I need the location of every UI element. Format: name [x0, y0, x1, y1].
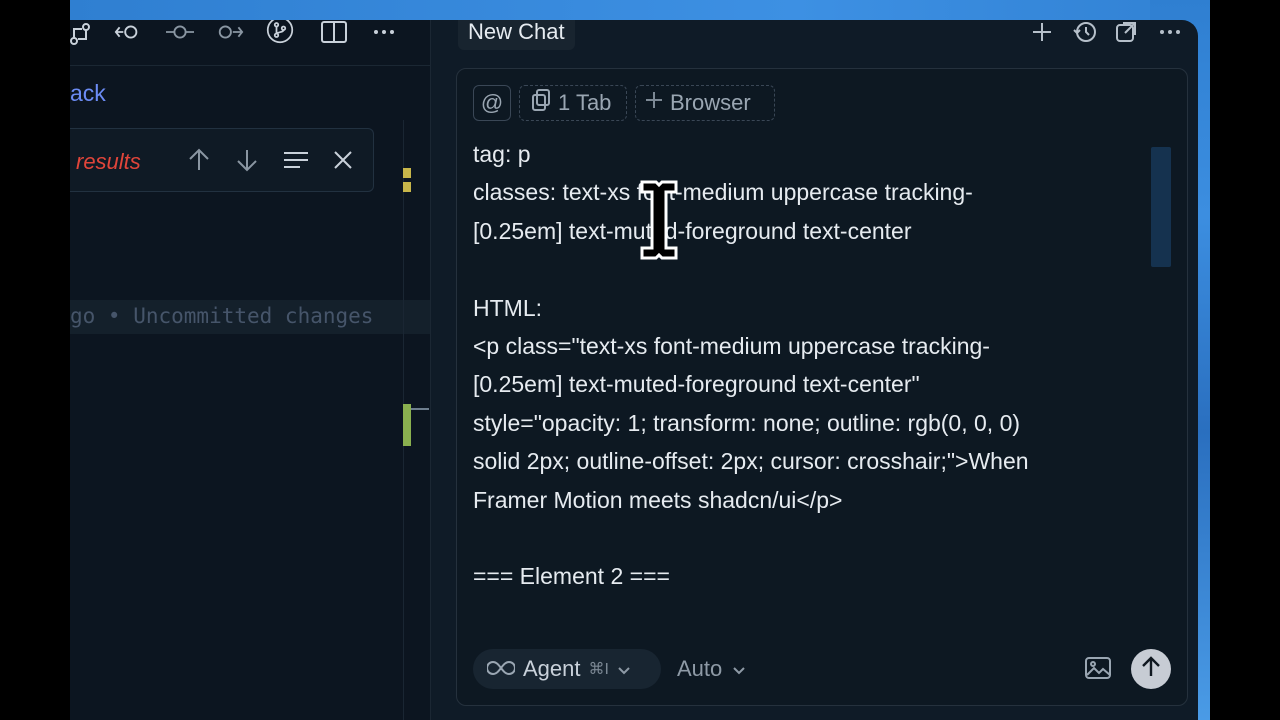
- infinity-icon: [486, 656, 516, 682]
- close-icon[interactable]: [330, 147, 356, 173]
- message-line: t l 1: [473, 596, 1153, 605]
- message-line: classes: text-xs font-medium uppercase t…: [473, 179, 973, 206]
- browser-chip-label: Browser: [670, 90, 751, 115]
- chevron-down-icon: [732, 656, 746, 682]
- send-button[interactable]: [1131, 649, 1171, 689]
- arrow-up-icon[interactable]: [186, 147, 212, 173]
- back-link[interactable]: ack: [70, 80, 106, 107]
- agent-shortcut: ⌘I: [588, 661, 609, 678]
- gutter-change-marker: [403, 182, 411, 192]
- history-icon[interactable]: [1072, 20, 1098, 44]
- message-line: solid 2px; outline-offset: 2px; cursor: …: [473, 448, 1029, 475]
- split-view-icon[interactable]: [320, 20, 348, 44]
- message-line: <p class="text-xs font-medium uppercase …: [473, 332, 990, 359]
- editor-panel: ack results go • Uncommitted changes: [70, 20, 431, 720]
- message-line: === Element 2 ===: [473, 563, 670, 590]
- model-select[interactable]: Auto: [677, 649, 746, 689]
- text-cursor-icon: [640, 180, 678, 260]
- agent-mode-button[interactable]: Agent ⌘I: [473, 649, 661, 689]
- find-bar: results: [70, 128, 374, 192]
- gutter-added-marker: [403, 404, 411, 446]
- mention-label: @: [480, 90, 504, 115]
- message-line: [473, 519, 1153, 557]
- more-icon[interactable]: [370, 20, 398, 44]
- chat-input-box[interactable]: @ 1 Tab Browser tag: p classes: text-xs …: [456, 68, 1188, 706]
- agent-label: Agent: [523, 656, 581, 681]
- plus-icon: [644, 90, 664, 116]
- git-compare-icon[interactable]: [70, 22, 94, 46]
- commit-text: go • Uncommitted changes: [70, 304, 374, 328]
- editor-toolbar-divider: [70, 65, 430, 66]
- browser-context-chip[interactable]: Browser: [635, 85, 775, 121]
- go-forward-icon[interactable]: [216, 20, 244, 44]
- app-window: ack results go • Uncommitted changes New…: [70, 20, 1198, 720]
- tab-context-chip[interactable]: 1 Tab: [519, 85, 627, 121]
- commit-icon[interactable]: [166, 20, 194, 44]
- tab-chip-label: 1 Tab: [558, 90, 612, 115]
- model-label: Auto: [677, 656, 723, 681]
- editor-toolbar: [70, 20, 430, 66]
- gutter-change-marker: [403, 168, 411, 178]
- screen-edge: [1210, 0, 1280, 720]
- copy-icon: [532, 89, 550, 117]
- git-branch-icon[interactable]: [266, 20, 294, 44]
- message-text[interactable]: tag: p classes: text-xs font-medium uppe…: [473, 135, 1153, 605]
- go-back-icon[interactable]: [114, 20, 142, 44]
- message-scrollbar[interactable]: [1151, 147, 1171, 267]
- open-external-icon[interactable]: [1114, 20, 1140, 44]
- message-line: HTML:: [473, 294, 542, 321]
- chevron-down-icon: [617, 656, 631, 682]
- chat-tab[interactable]: New Chat: [458, 20, 575, 50]
- mention-chip[interactable]: @: [473, 85, 511, 121]
- send-arrow-icon: [1141, 655, 1161, 683]
- message-line: [0.25em] text-muted-foreground text-cent…: [473, 371, 920, 398]
- message-line: Framer Motion meets shadcn/ui</p>: [473, 486, 843, 513]
- list-icon[interactable]: [282, 147, 308, 173]
- commit-row: go • Uncommitted changes: [70, 300, 430, 334]
- message-line: tag: p: [473, 141, 531, 167]
- gutter-tick: [411, 408, 429, 410]
- image-icon[interactable]: [1085, 657, 1113, 681]
- plus-icon[interactable]: [1030, 20, 1056, 44]
- find-results-label: results: [76, 149, 141, 174]
- message-line: [473, 250, 1153, 288]
- desktop-backdrop-top: [70, 0, 1280, 22]
- message-line: [0.25em] text-muted-foreground text-cent…: [473, 217, 912, 244]
- arrow-down-icon[interactable]: [234, 147, 260, 173]
- composer-bar: Agent ⌘I Auto: [473, 649, 1173, 691]
- message-line: style="opacity: 1; transform: none; outl…: [473, 409, 1021, 436]
- more-icon[interactable]: [1158, 20, 1184, 44]
- chat-header: New Chat: [450, 20, 1198, 66]
